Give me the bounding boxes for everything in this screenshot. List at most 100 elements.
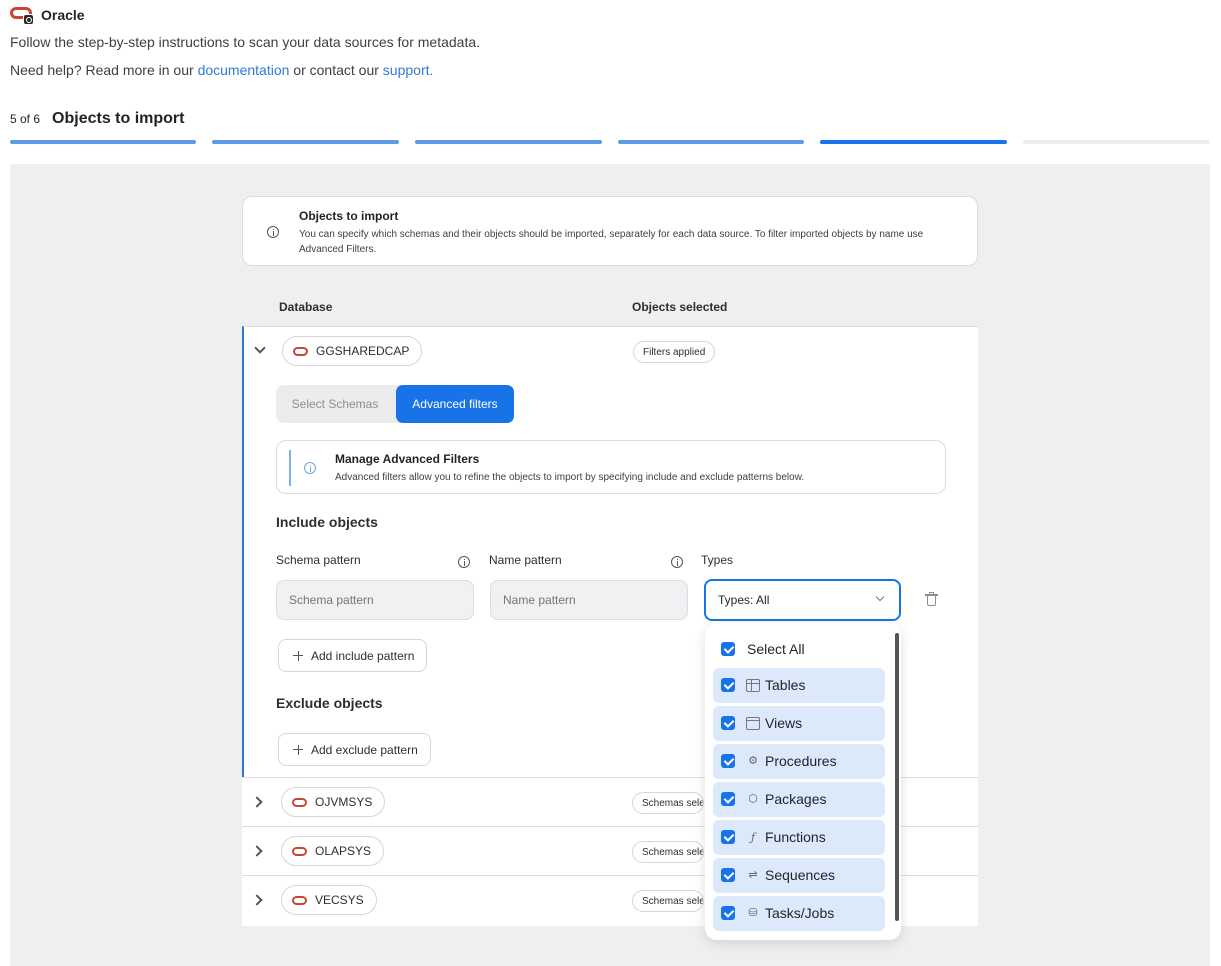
- help-prefix: Need help? Read more in our: [10, 62, 198, 78]
- advanced-note-body: Advanced filters allow you to refine the…: [335, 472, 805, 483]
- dropdown-scrollbar[interactable]: [895, 633, 899, 921]
- function-icon: ƒ: [750, 831, 756, 844]
- support-link[interactable]: support.: [383, 62, 434, 78]
- info-card-body: You can specify which schemas and their …: [299, 229, 924, 255]
- exclude-objects-heading: Exclude objects: [276, 695, 383, 711]
- collapse-chevron-icon[interactable]: [254, 342, 266, 354]
- add-include-pattern-button[interactable]: Add include pattern: [278, 639, 428, 672]
- select-all-label: Select All: [747, 641, 805, 657]
- step-title: Objects to import: [52, 110, 185, 127]
- add-include-label: Add include pattern: [311, 648, 415, 663]
- status-badge: Schemas selected: [632, 841, 704, 863]
- database-chip: GGSHAREDCAP: [282, 336, 423, 366]
- progress-step-6: [1023, 140, 1210, 144]
- progress-step-2: [212, 140, 399, 144]
- option-label: Procedures: [765, 753, 837, 769]
- include-objects-heading: Include objects: [276, 514, 378, 530]
- schema-pattern-label: Schema pattern: [276, 553, 361, 567]
- help-text: Need help? Read more in our documentatio…: [10, 62, 433, 78]
- status-badge: Schemas selected: [632, 890, 704, 912]
- expand-chevron-icon[interactable]: [251, 796, 263, 808]
- name-pattern-label: Name pattern: [489, 553, 562, 567]
- status-badge: Schemas selected: [632, 792, 704, 814]
- option-label: Tasks/Jobs: [765, 905, 835, 921]
- sequences-checkbox[interactable]: [721, 868, 735, 882]
- app-title: Oracle: [10, 6, 85, 25]
- type-option-tasks-jobs[interactable]: ⛁ Tasks/Jobs: [713, 896, 885, 931]
- type-option-tables[interactable]: Tables: [713, 668, 885, 703]
- expand-chevron-icon[interactable]: [251, 894, 263, 906]
- schema-pattern-info-icon[interactable]: [458, 555, 470, 573]
- objects-info-card: Objects to import You can specify which …: [242, 196, 978, 266]
- task-icon: ⛁: [748, 907, 758, 919]
- oracle-logo-icon: [10, 6, 34, 25]
- oracle-db-icon: [293, 346, 308, 356]
- help-middle: or contact our: [289, 62, 383, 78]
- gear-icon: ⚙: [748, 755, 758, 767]
- type-option-views[interactable]: Views: [713, 706, 885, 741]
- option-label: Views: [765, 715, 803, 731]
- type-option-sequences[interactable]: ⇌ Sequences: [713, 858, 885, 893]
- types-dropdown-menu: Select All Tables Views ⚙ Procedures ⬡ P…: [705, 623, 901, 940]
- database-chip: OJVMSYS: [281, 787, 386, 817]
- tab-advanced-filters[interactable]: Advanced filters: [396, 385, 514, 423]
- filter-mode-toggle: Select Schemas Advanced filters: [276, 385, 514, 423]
- option-label: Sequences: [765, 867, 836, 883]
- column-database: Database: [279, 300, 333, 314]
- progress-step-5: [820, 140, 1007, 144]
- step-header: 5 of 6 Objects to import: [10, 110, 184, 128]
- view-icon: [746, 717, 760, 730]
- tables-checkbox[interactable]: [721, 678, 735, 692]
- option-label: Packages: [765, 791, 827, 807]
- progress-step-1: [10, 140, 196, 144]
- advanced-note-title: Manage Advanced Filters: [335, 452, 480, 466]
- database-name: OJVMSYS: [315, 795, 373, 809]
- database-name: GGSHAREDCAP: [316, 344, 410, 358]
- chevron-down-icon: [875, 592, 885, 602]
- intro-text: Follow the step-by-step instructions to …: [10, 34, 481, 50]
- step-counter: 5 of 6: [10, 112, 41, 126]
- step-progress: [10, 140, 1210, 144]
- types-select-value: Types: All: [718, 593, 770, 607]
- column-objects-selected: Objects selected: [632, 300, 728, 314]
- plus-icon: [293, 650, 303, 661]
- delete-pattern-icon[interactable]: [925, 592, 938, 606]
- oracle-db-icon: [292, 797, 307, 807]
- type-option-functions[interactable]: ƒ Functions: [713, 820, 885, 855]
- status-badge: Filters applied: [633, 341, 716, 363]
- page-header: Oracle: [10, 6, 85, 25]
- type-option-procedures[interactable]: ⚙ Procedures: [713, 744, 885, 779]
- database-name: VECSYS: [315, 893, 364, 907]
- type-option-packages[interactable]: ⬡ Packages: [713, 782, 885, 817]
- types-label: Types: [701, 553, 734, 567]
- select-all-checkbox[interactable]: [721, 642, 735, 656]
- option-label: Functions: [765, 829, 826, 845]
- database-chip: OLAPSYS: [281, 836, 385, 866]
- tab-select-schemas[interactable]: Select Schemas: [276, 385, 394, 423]
- add-exclude-pattern-button[interactable]: Add exclude pattern: [278, 733, 431, 766]
- oracle-db-icon: [292, 846, 307, 856]
- schema-pattern-input[interactable]: [276, 580, 474, 620]
- table-icon: [746, 679, 760, 692]
- info-card-title: Objects to import: [299, 209, 399, 223]
- select-all-option[interactable]: Select All: [713, 632, 885, 667]
- views-checkbox[interactable]: [721, 716, 735, 730]
- info-icon: [304, 461, 316, 479]
- expand-chevron-icon[interactable]: [251, 845, 263, 857]
- package-icon: ⬡: [748, 793, 758, 805]
- add-exclude-label: Add exclude pattern: [311, 742, 418, 757]
- tasks-jobs-checkbox[interactable]: [721, 906, 735, 920]
- types-select[interactable]: Types: All: [704, 579, 901, 621]
- plus-icon: [293, 744, 303, 755]
- functions-checkbox[interactable]: [721, 830, 735, 844]
- advanced-filters-note: Manage Advanced Filters Advanced filters…: [276, 440, 946, 494]
- procedures-checkbox[interactable]: [721, 754, 735, 768]
- name-pattern-input[interactable]: [490, 580, 688, 620]
- name-pattern-info-icon[interactable]: [671, 555, 683, 573]
- documentation-link[interactable]: documentation: [198, 62, 290, 78]
- sequence-icon: ⇌: [748, 869, 758, 881]
- option-label: Tables: [765, 677, 806, 693]
- note-accent-bar: [289, 450, 291, 486]
- progress-step-4: [618, 140, 804, 144]
- packages-checkbox[interactable]: [721, 792, 735, 806]
